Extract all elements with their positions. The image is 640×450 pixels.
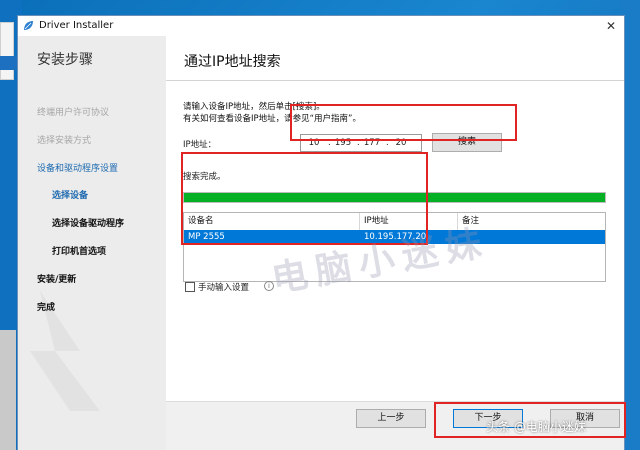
ip-octet-1[interactable]: 10 [303,138,325,148]
step-install-update: 安装/更新 [37,275,77,285]
ip-octet-3[interactable]: 177 [361,138,383,148]
manual-settings-label[interactable]: 手动输入设置 [198,281,249,293]
search-button[interactable]: 搜索 [432,133,502,152]
installer-window: Driver Installer ✕ 安装步骤 终端用户许可协议 选择安装方式 … [17,15,625,450]
title-divider [166,80,624,81]
leaf-icon [24,21,33,30]
ip-octet-2[interactable]: 195 [332,138,354,148]
step-install-method: 选择安装方式 [37,136,92,146]
ip-address-label: IP地址： [183,140,217,150]
ip-dot: . [328,138,331,148]
search-progress-bar [183,192,606,203]
close-button[interactable]: ✕ [598,16,624,36]
source-credit: 头条 @电脑小迷妹 [486,420,586,434]
step-printer-preferences: 打印机首选项 [52,247,107,257]
back-button[interactable]: 上一步 [356,409,426,428]
manual-settings-checkbox[interactable] [185,282,195,292]
ip-octet-4[interactable]: 20 [390,138,412,148]
column-header-device-name[interactable]: 设备名 [184,213,360,230]
step-select-driver: 选择设备驱动程序 [52,219,125,229]
step-select-device: 选择设备 [52,191,89,201]
step-finish: 完成 [37,303,56,313]
sidebar-title: 安装步骤 [37,52,93,68]
instruction-text: 请输入设备IP地址，然后单击[搜索]。 [183,102,325,112]
ip-address-input[interactable]: 10 . 195 . 177 . 20 [300,134,422,152]
window-title: Driver Installer [39,20,114,31]
background-panel-strip [0,330,16,450]
ip-dot: . [386,138,389,148]
background-window-titlebar [0,56,18,70]
page-title: 通过IP地址搜索 [184,54,281,70]
ip-dot: . [357,138,360,148]
background-window-edge [0,22,14,80]
search-status: 搜索完成。 [183,172,226,182]
steps-sidebar: 安装步骤 终端用户许可协议 选择安装方式 设备和驱动程序设置 选择设备 选择设备… [18,36,166,450]
step-license-agreement: 终端用户许可协议 [37,108,110,118]
title-bar[interactable]: Driver Installer ✕ [18,16,624,36]
step-device-driver-settings: 设备和驱动程序设置 [37,164,119,174]
user-guide-hint: 有关如何查看设备IP地址，请参见“用户指南”。 [183,114,361,124]
progress-fill [184,193,605,202]
